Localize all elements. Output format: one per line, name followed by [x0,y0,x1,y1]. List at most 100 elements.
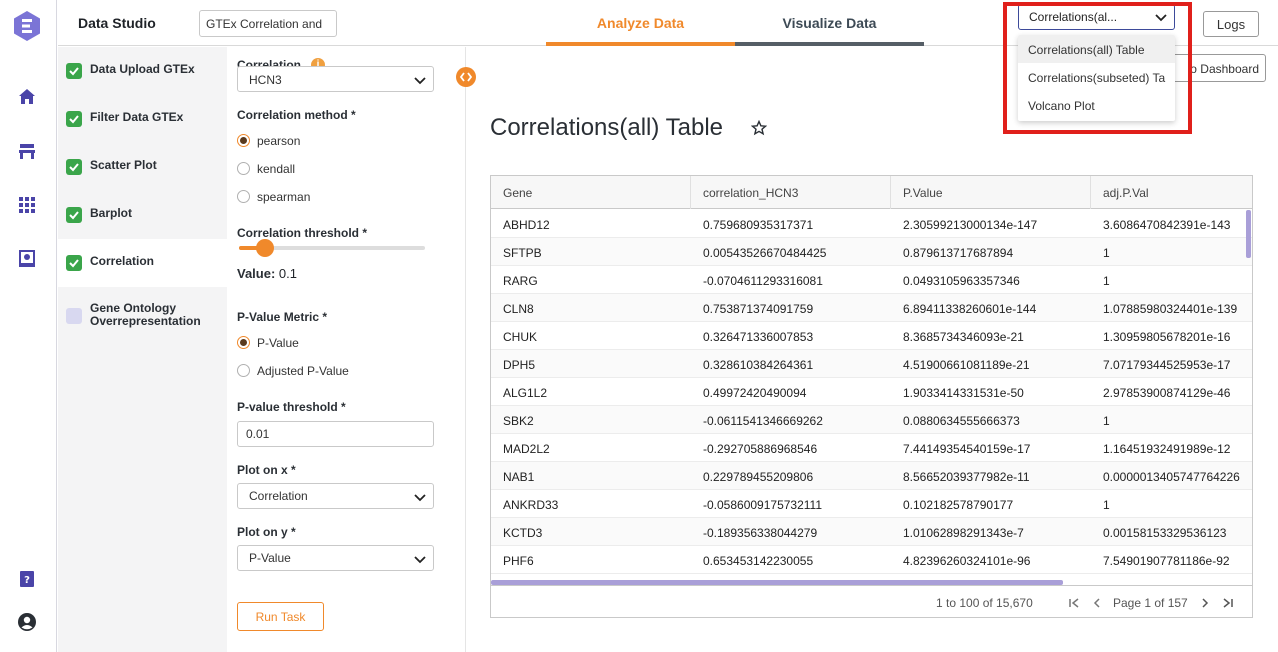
method-label: Correlation method * [237,108,356,122]
star-icon[interactable] [751,120,767,136]
step-label: Scatter Plot [90,158,157,172]
project-name-input[interactable]: GTEx Correlation and [199,10,337,37]
table-row[interactable]: ALG1L2 0.49972420490094 1.9033414331531e-5… [491,378,1252,406]
step-scatter-plot[interactable]: Scatter Plot [58,143,227,191]
first-page-icon[interactable] [1067,596,1081,610]
check-icon [66,63,82,79]
table-row[interactable]: MAD2L2 -0.292705886968546 7.44149354540159… [491,434,1252,462]
vertical-scrollbar[interactable] [1246,210,1251,258]
table-cell: 6.89411338260601e-144 [903,302,1037,316]
table-row[interactable]: CLN8 0.753871374091759 6.89411338260601e-1… [491,294,1252,322]
table-cell: NAB1 [503,470,535,484]
table-cell: 1.01062898291343e-7 [903,526,1024,540]
check-icon [66,111,82,127]
table-cell: 8.56652039377982e-11 [903,470,1030,484]
radio-button[interactable] [237,162,250,175]
table-row[interactable]: NAB1 0.229789455209806 8.56652039377982e-1… [491,462,1252,490]
next-page-icon[interactable] [1198,596,1212,610]
table-row[interactable]: DPH5 0.328610384264361 4.51900661081189e-2… [491,350,1252,378]
table-header: Gene correlation_HCN3 P.Value adj.P.Val [491,176,1252,209]
table-row[interactable]: RARG -0.0704611293316081 0.049310596335734… [491,266,1252,294]
plot-y-label: Plot on y * [237,525,296,539]
plot-x-select[interactable]: Correlation [237,483,434,509]
radio-label: pearson [257,134,301,148]
table-cell: ANKRD33 [503,498,559,512]
column-header-p-value[interactable]: P.Value [891,176,1091,209]
radio-button-checked[interactable] [237,134,250,147]
expand-arrows-icon [459,72,473,82]
home-icon[interactable] [17,87,37,107]
table-cell: 0.00543526670484425 [703,246,827,260]
radio-label: P-Value [257,336,299,350]
app-title: Data Studio [78,15,156,31]
pending-step-icon [66,308,82,324]
table-row[interactable]: PHF6 0.653453142230055 4.82396260324101e-9… [491,546,1252,574]
tab-visualize-data[interactable]: Visualize Data [735,0,924,46]
table-row[interactable]: ABHD12 0.759680935317371 2.30599213000134e… [491,210,1252,238]
column-header-gene[interactable]: Gene [491,176,691,209]
table-cell: 1.9033414331531e-50 [903,386,1024,400]
threshold-slider[interactable] [239,239,425,257]
check-icon [66,159,82,175]
plot-y-select[interactable]: P-Value [237,545,434,571]
table-row[interactable]: CHUK 0.326471336007853 8.3685734346093e-21… [491,322,1252,350]
collapse-panel-button[interactable] [456,67,476,87]
table-cell: 4.82396260324101e-96 [903,554,1031,568]
data-viewer-icon[interactable] [17,249,37,269]
table-cell: 0.753871374091759 [703,302,814,316]
last-page-icon[interactable] [1221,596,1235,610]
apps-grid-icon[interactable] [17,195,37,215]
logs-button[interactable]: Logs [1203,11,1259,37]
chevron-down-icon [414,77,426,85]
radio-label: Adjusted P-Value [257,364,349,378]
step-label: Filter Data GTEx [90,110,184,124]
svg-text:?: ? [24,575,30,586]
table-row[interactable]: ANKRD33 -0.0586009175732111 0.102182578790… [491,490,1252,518]
table-cell: MAD2L2 [503,442,550,456]
table-cell: -0.0704611293316081 [703,274,823,288]
table-cell: 0.759680935317371 [703,218,814,232]
table-cell: 0.0000013405747764226 [1103,470,1240,484]
user-account-icon[interactable] [17,612,37,632]
table-cell: 0.00158153329536123 [1103,526,1227,540]
app-logo-icon [14,11,40,41]
results-table: Gene correlation_HCN3 P.Value adj.P.Val … [490,175,1253,618]
pthreshold-input[interactable]: 0.01 [237,421,434,447]
run-task-button[interactable]: Run Task [237,602,324,631]
slider-thumb[interactable] [256,239,275,257]
radio-button[interactable] [237,190,250,203]
table-cell: 1.30959805678201e-16 [1103,330,1231,344]
step-barplot[interactable]: Barplot [58,191,227,239]
table-row[interactable]: SFTPB 0.00543526670484425 0.87961371768789… [491,238,1252,266]
pthreshold-value: 0.01 [246,427,270,441]
tab-analyze-data[interactable]: Analyze Data [546,0,735,46]
plot-x-value: Correlation [249,489,308,503]
table-cell: 1 [1103,246,1110,260]
column-header-adj-p-val[interactable]: adj.P.Val [1091,176,1252,209]
help-icon[interactable]: ? [17,569,37,589]
step-correlation[interactable]: Correlation [58,239,227,287]
radio-button-checked[interactable] [237,336,250,349]
correlation-gene-select[interactable]: HCN3 [237,66,434,92]
table-cell: 1.16451932491989e-12 [1103,442,1231,456]
table-cell: CLN8 [503,302,534,316]
step-filter-data-gtex[interactable]: Filter Data GTEx [58,95,227,143]
table-cell: CHUK [503,330,538,344]
step-data-upload-gtex[interactable]: Data Upload GTEx [58,47,227,95]
workbench-icon[interactable] [17,141,37,161]
previous-page-icon[interactable] [1090,596,1104,610]
table-body: ABHD12 0.759680935317371 2.30599213000134e… [491,210,1252,575]
table-row[interactable]: KCTD3 -0.189356338044279 1.01062898291343e… [491,518,1252,546]
table-cell: 0.102182578790177 [903,498,1014,512]
pagination-bar: 1 to 100 of 15,670 Page 1 of 157 [491,585,1252,617]
column-header-correlation[interactable]: correlation_HCN3 [691,176,891,209]
step-gene-ontology[interactable]: Gene Ontology Overrepresentation [58,291,227,343]
table-row[interactable]: SBK2 -0.0611541346669262 0.088063455566637… [491,406,1252,434]
table-cell: KCTD3 [503,526,543,540]
table-cell: 0.879613717687894 [903,246,1014,260]
table-cell: -0.0611541346669262 [703,414,823,428]
correlation-gene-value: HCN3 [249,73,282,87]
radio-button[interactable] [237,364,250,377]
threshold-value-line: Value: 0.1 [237,266,297,281]
table-cell: 0.0493105963357346 [903,274,1020,288]
